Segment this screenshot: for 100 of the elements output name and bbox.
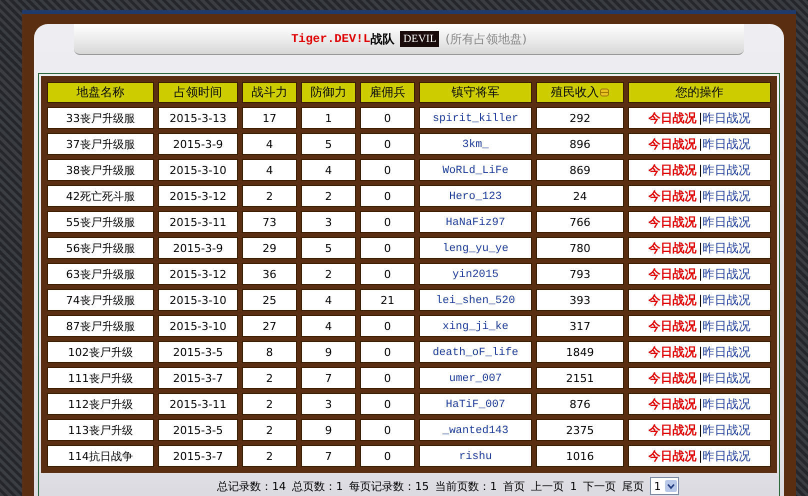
yesterday-report-link[interactable]: 昨日战况 (702, 370, 751, 384)
today-report-link[interactable]: 今日战况 (648, 370, 696, 384)
separator: | (698, 240, 703, 254)
table-cell: 73 (242, 211, 297, 233)
table-cell: 2015-3-10 (158, 159, 238, 181)
today-report-link[interactable]: 今日战况 (648, 110, 696, 124)
general-link[interactable]: rishu (458, 451, 492, 463)
today-report-link[interactable]: 今日战况 (648, 292, 696, 306)
yesterday-report-link[interactable]: 昨日战况 (702, 162, 751, 176)
table-cell: 2 (242, 393, 297, 415)
table-cell: 2015-3-10 (158, 289, 238, 311)
column-header: 地盘名称 (47, 82, 154, 103)
pagination-info: 总记录数：14 (217, 478, 286, 494)
table-cell: 793 (536, 263, 624, 285)
table-cell: 56丧尸升级服 (47, 237, 154, 259)
general-link[interactable]: 3km_ (462, 139, 489, 151)
table-cell: 0 (360, 263, 415, 285)
yesterday-report-link[interactable]: 昨日战况 (702, 240, 751, 254)
column-header: 防御力 (301, 82, 356, 103)
pagination-link[interactable]: 上一页 (531, 478, 564, 494)
table-cell: 113丧尸升级 (47, 419, 154, 441)
pagination-link[interactable]: 1 (570, 480, 577, 492)
today-report-link[interactable]: 今日战况 (648, 214, 696, 228)
today-report-link[interactable]: 今日战况 (648, 266, 696, 280)
yesterday-report-link[interactable]: 昨日战况 (702, 110, 751, 124)
yesterday-report-link[interactable]: 昨日战况 (702, 344, 751, 358)
table-cell: 2015-3-11 (158, 211, 238, 233)
table-cell: 2 (242, 445, 297, 467)
table-cell: 0 (360, 341, 415, 363)
yesterday-report-link[interactable]: 昨日战况 (702, 422, 751, 436)
table-cell: 1849 (536, 341, 624, 363)
table-cell: 38丧尸升级服 (47, 159, 154, 181)
yesterday-report-link[interactable]: 昨日战况 (702, 136, 751, 150)
pagination-link[interactable]: 首页 (503, 478, 525, 494)
yesterday-report-link[interactable]: 昨日战况 (702, 266, 751, 280)
table-cell: 2 (301, 185, 356, 207)
table-cell: 112丧尸升级 (47, 393, 154, 415)
table-cell: 21 (360, 289, 415, 311)
table-cell: 2015-3-11 (158, 393, 238, 415)
table-cell: 36 (242, 263, 297, 285)
today-report-link[interactable]: 今日战况 (648, 396, 696, 410)
separator: | (698, 292, 703, 306)
table-cell: 5 (301, 237, 356, 259)
coins-icon (600, 88, 609, 98)
table-cell: 3 (301, 393, 356, 415)
table-cell: 2 (242, 419, 297, 441)
table-cell: 8 (242, 341, 297, 363)
today-report-link[interactable]: 今日战况 (648, 318, 696, 332)
table-cell: 37丧尸升级服 (47, 133, 154, 155)
page-select[interactable]: 1 (650, 477, 679, 495)
table-cell: 2015-3-7 (158, 367, 238, 389)
column-header: 雇佣兵 (360, 82, 415, 103)
today-report-link[interactable]: 今日战况 (648, 422, 696, 436)
column-header: 镇守将军 (419, 82, 532, 103)
yesterday-report-link[interactable]: 昨日战况 (702, 292, 751, 306)
table-cell: 0 (360, 367, 415, 389)
table-cell: 0 (360, 315, 415, 337)
today-report-link[interactable]: 今日战况 (648, 136, 696, 150)
pagination-info: 当前页数：1 (435, 478, 497, 494)
pagination-link[interactable]: 下一页 (583, 478, 616, 494)
table-cell: 2015-3-7 (158, 445, 238, 467)
yesterday-report-link[interactable]: 昨日战况 (702, 188, 751, 202)
table-cell: 2015-3-12 (158, 263, 238, 285)
team-logo: DEVIL (400, 31, 440, 47)
table-cell: 5 (301, 133, 356, 155)
table-cell: 42死亡死斗服 (47, 185, 154, 207)
table-cell: 766 (536, 211, 624, 233)
separator: | (698, 448, 703, 462)
separator: | (698, 214, 703, 228)
table-cell: 114抗日战争 (47, 445, 154, 467)
table-cell: 87丧尸升级服 (47, 315, 154, 337)
table-cell: 29 (242, 237, 297, 259)
separator: | (698, 318, 703, 332)
table-cell: 4 (242, 159, 297, 181)
table-cell: 0 (360, 419, 415, 441)
pagination-link[interactable]: 尾页 (622, 478, 644, 494)
separator: | (698, 266, 703, 280)
today-report-link[interactable]: 今日战况 (648, 344, 696, 358)
table-cell: 292 (536, 107, 624, 129)
table-cell: 0 (360, 211, 415, 233)
table-cell: 780 (536, 237, 624, 259)
table-cell: 2 (242, 367, 297, 389)
separator: | (698, 370, 703, 384)
yesterday-report-link[interactable]: 昨日战况 (702, 214, 751, 228)
dropdown-icon (665, 480, 677, 492)
today-report-link[interactable]: 今日战况 (648, 448, 696, 462)
table-cell: 393 (536, 289, 624, 311)
pagination-info: 总页数：1 (292, 478, 343, 494)
yesterday-report-link[interactable]: 昨日战况 (702, 448, 751, 462)
separator: | (698, 422, 703, 436)
table-cell: 0 (360, 237, 415, 259)
table-cell: 2 (242, 185, 297, 207)
today-report-link[interactable]: 今日战况 (648, 240, 696, 254)
yesterday-report-link[interactable]: 昨日战况 (702, 396, 751, 410)
today-report-link[interactable]: 今日战况 (648, 188, 696, 202)
today-report-link[interactable]: 今日战况 (648, 162, 696, 176)
table-cell: 27 (242, 315, 297, 337)
yesterday-report-link[interactable]: 昨日战况 (702, 318, 751, 332)
table-cell: 0 (360, 445, 415, 467)
table-cell: 4 (242, 133, 297, 155)
